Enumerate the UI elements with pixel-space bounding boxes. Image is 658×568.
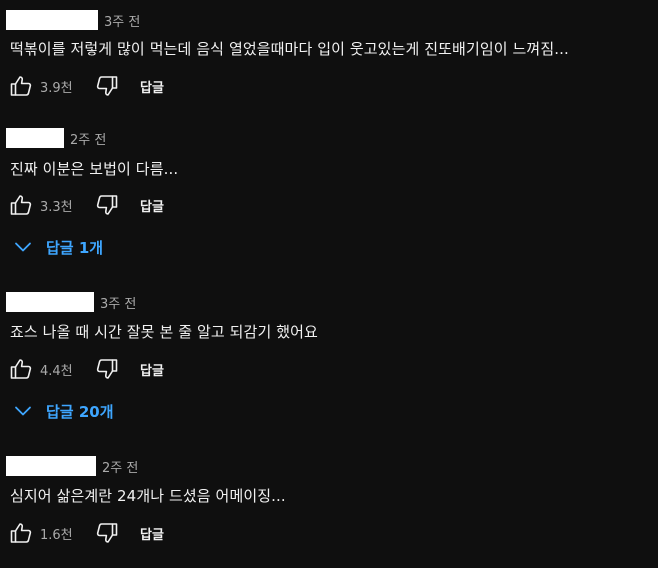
- comment-header: 3주 전: [6, 292, 136, 312]
- dislike-button[interactable]: [94, 193, 120, 217]
- author-name-redacted[interactable]: [6, 456, 96, 476]
- dislike-button[interactable]: [94, 357, 120, 381]
- like-count: 3.9천: [40, 80, 73, 96]
- comment-text: 심지어 삶은계란 24개나 드셨음 어메이징...: [10, 487, 286, 505]
- thumbs-up-icon: [10, 523, 32, 543]
- chevron-down-icon: [15, 406, 31, 416]
- comment-text: 떡볶이를 저렇게 많이 먹는데 음식 열었을때마다 입이 웃고있는게 진또배기임…: [10, 40, 569, 58]
- thumbs-down-icon: [96, 359, 118, 379]
- dislike-button[interactable]: [94, 74, 120, 98]
- comment-timestamp[interactable]: 2주 전: [102, 457, 138, 476]
- author-name-redacted[interactable]: [6, 10, 98, 30]
- like-count: 4.4천: [40, 363, 73, 379]
- thumbs-up-icon: [10, 76, 32, 96]
- thumbs-down-icon: [96, 76, 118, 96]
- reply-button[interactable]: 답글: [140, 360, 164, 379]
- reply-button[interactable]: 답글: [140, 77, 164, 96]
- comment-header: 2주 전: [6, 128, 106, 148]
- like-count: 3.3천: [40, 199, 73, 215]
- author-name-redacted[interactable]: [6, 292, 94, 312]
- view-replies-label: 답글 20개: [46, 402, 114, 421]
- like-button[interactable]: [8, 193, 34, 217]
- comment-actions: 3.3천 답글: [8, 193, 164, 217]
- like-button[interactable]: [8, 521, 34, 545]
- view-replies-button[interactable]: 답글 1개: [14, 235, 103, 259]
- comment-timestamp[interactable]: 3주 전: [104, 11, 140, 30]
- thumbs-down-icon: [96, 195, 118, 215]
- like-button[interactable]: [8, 74, 34, 98]
- thumbs-down-icon: [96, 523, 118, 543]
- dislike-button[interactable]: [94, 521, 120, 545]
- thumbs-up-icon: [10, 359, 32, 379]
- comment-actions: 4.4천 답글: [8, 357, 164, 381]
- like-count: 1.6천: [40, 527, 73, 543]
- author-name-redacted[interactable]: [6, 128, 64, 148]
- chevron-down-icon: [15, 242, 31, 252]
- like-button[interactable]: [8, 357, 34, 381]
- comment-header: 2주 전: [6, 456, 138, 476]
- comment-actions: 3.9천 답글: [8, 74, 164, 98]
- comment-header: 3주 전: [6, 10, 140, 30]
- comment-actions: 1.6천 답글: [8, 521, 164, 545]
- reply-button[interactable]: 답글: [140, 524, 164, 543]
- reply-button[interactable]: 답글: [140, 196, 164, 215]
- thumbs-up-icon: [10, 195, 32, 215]
- comment-text: 진짜 이분은 보법이 다름...: [10, 160, 179, 178]
- view-replies-button[interactable]: 답글 20개: [14, 399, 114, 423]
- comment-text: 죠스 나올 때 시간 잘못 본 줄 알고 되감기 했어요: [10, 323, 318, 341]
- comment-timestamp[interactable]: 2주 전: [70, 129, 106, 148]
- view-replies-label: 답글 1개: [46, 238, 104, 257]
- comment-timestamp[interactable]: 3주 전: [100, 293, 136, 312]
